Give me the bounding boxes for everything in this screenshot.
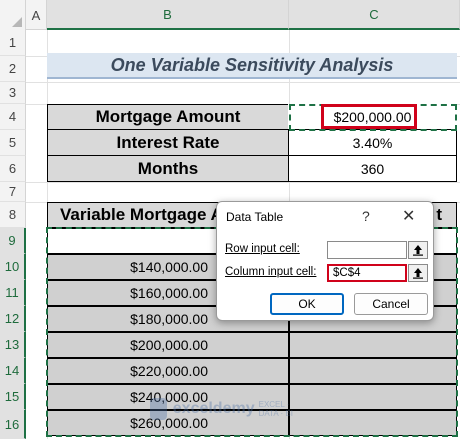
row-header-3[interactable]: 3 (0, 82, 26, 104)
row-header-2[interactable]: 2 (0, 56, 26, 82)
ok-button[interactable]: OK (270, 293, 344, 315)
column-input-field[interactable]: $C$4 (327, 264, 407, 282)
close-button[interactable]: ✕ (402, 206, 415, 226)
help-button[interactable]: ? (362, 208, 370, 224)
sheet-title: One Variable Sensitivity Analysis (47, 53, 457, 79)
months-label[interactable]: Months (47, 155, 289, 182)
row-input-label: Row input cell: (225, 243, 300, 255)
row-input-label-text: Row input cell: (225, 243, 300, 255)
row-header-7[interactable]: 7 (0, 182, 26, 202)
row-header-8[interactable]: 8 (0, 202, 26, 228)
column-input-label: Column input cell: (225, 266, 316, 278)
row-header-13[interactable]: 13 (0, 332, 26, 358)
interest-rate-label[interactable]: Interest Rate (47, 129, 289, 156)
cancel-button[interactable]: Cancel (354, 293, 428, 315)
watermark: exceldemy EXCEL · DATA · BI (150, 393, 310, 425)
row-header-1[interactable]: 1 (0, 30, 26, 56)
column-header-a[interactable]: A (26, 0, 47, 30)
row-header-12[interactable]: 12 (0, 306, 26, 332)
row-header-6[interactable]: 6 (0, 156, 26, 182)
row-header-10[interactable]: 10 (0, 254, 26, 280)
watermark-name: exceldemy (172, 400, 255, 417)
data-table-dialog[interactable]: Data Table ? ✕ Row input cell: Column in… (216, 201, 434, 321)
row-header-14[interactable]: 14 (0, 358, 26, 384)
spreadsheet-grid[interactable]: A B C 1 2 3 4 5 6 7 8 9 10 11 12 13 14 1… (0, 0, 460, 439)
gridline (26, 82, 460, 83)
row-header-16[interactable]: 16 (0, 410, 26, 439)
dialog-title: Data Table (226, 210, 284, 224)
column-input-label-text: Column input cell: (225, 266, 317, 278)
row-header-4[interactable]: 4 (0, 104, 26, 130)
row-header-15[interactable]: 15 (0, 384, 26, 410)
row-input-field[interactable] (327, 241, 407, 259)
exceldemy-logo-icon (150, 398, 167, 420)
row-input-collapse-button[interactable] (408, 241, 428, 259)
row-header-9[interactable]: 9 (0, 228, 26, 254)
select-all-triangle-icon (12, 17, 22, 27)
column-header-c[interactable]: C (289, 0, 460, 30)
row-header-5[interactable]: 5 (0, 130, 26, 156)
range-select-icon (413, 268, 423, 279)
interest-rate-cell[interactable]: 3.40% (288, 129, 457, 156)
months-cell[interactable]: 360 (288, 155, 457, 182)
column-header-b[interactable]: B (47, 0, 289, 30)
highlight-mortgage-value (321, 104, 417, 129)
gridline (26, 182, 460, 183)
select-all-corner[interactable] (0, 0, 26, 30)
column-input-collapse-button[interactable] (408, 264, 428, 282)
watermark-tagline: EXCEL · DATA · BI (258, 400, 293, 418)
row-header-11[interactable]: 11 (0, 280, 26, 306)
mortgage-amount-label[interactable]: Mortgage Amount (47, 104, 289, 130)
range-select-icon (413, 245, 423, 256)
